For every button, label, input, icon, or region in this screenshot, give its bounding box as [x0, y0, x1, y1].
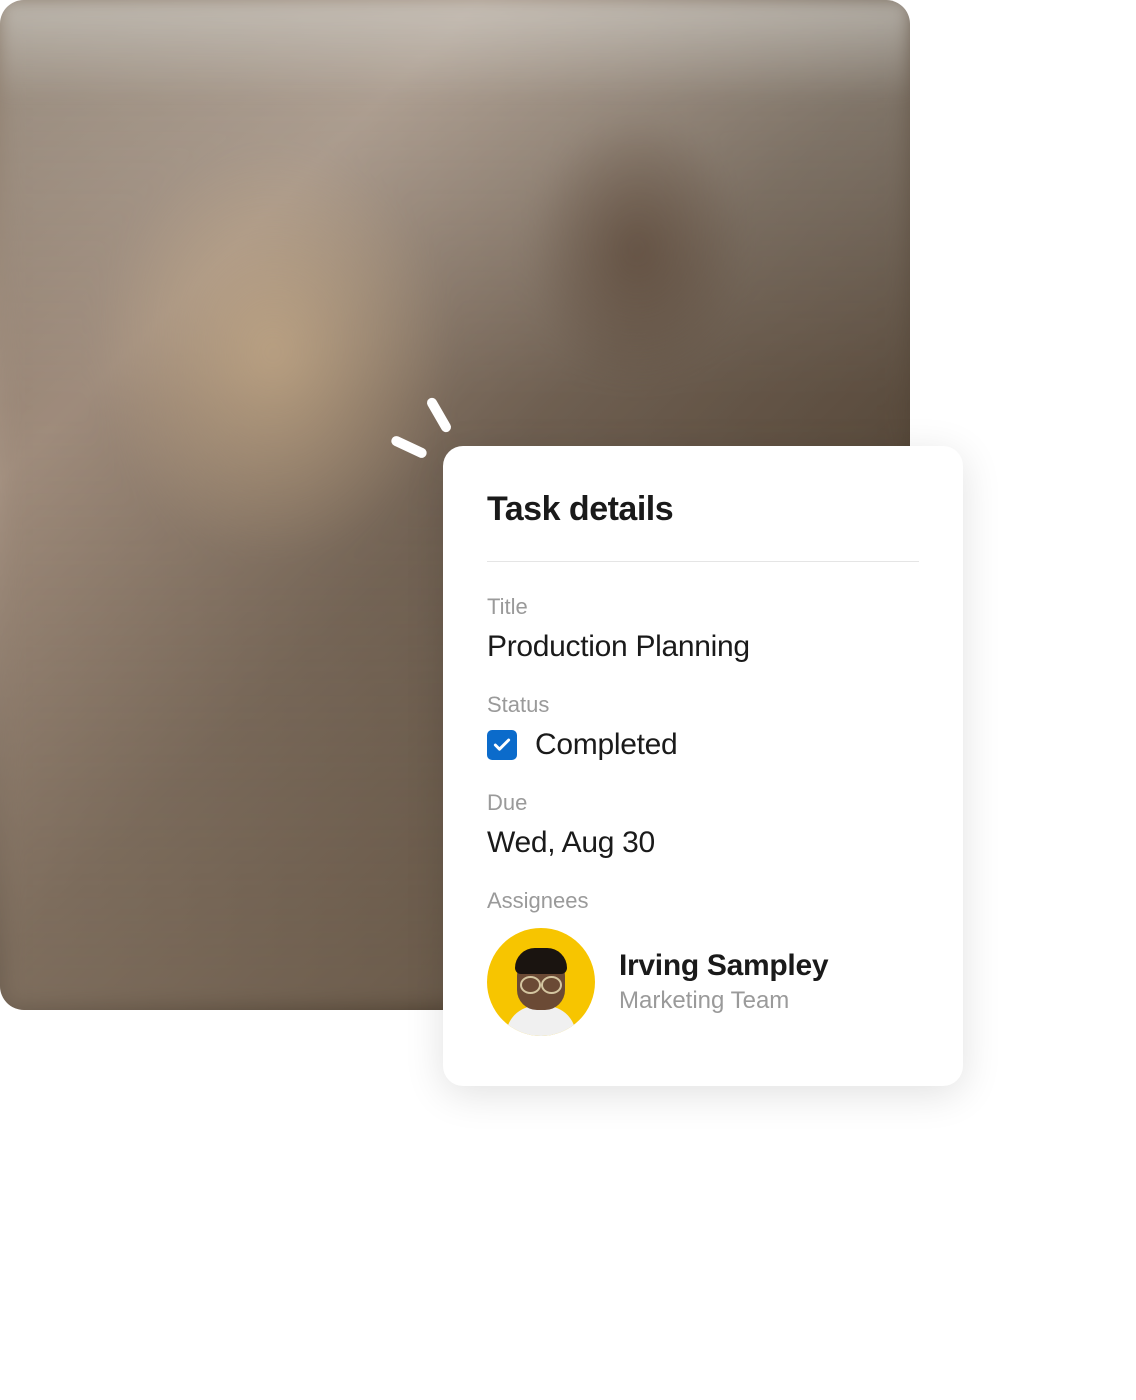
assignees-label: Assignees	[487, 888, 919, 914]
card-heading: Task details	[487, 490, 919, 562]
status-value: Completed	[535, 728, 677, 762]
title-label: Title	[487, 594, 919, 620]
title-value: Production Planning	[487, 630, 919, 664]
check-icon	[492, 735, 512, 755]
assignee-row[interactable]: Irving Sampley Marketing Team	[487, 928, 919, 1036]
assignee-avatar	[487, 928, 595, 1036]
title-field: Title Production Planning	[487, 594, 919, 664]
task-details-card: Task details Title Production Planning S…	[443, 446, 963, 1086]
status-field: Status Completed	[487, 692, 919, 762]
status-label: Status	[487, 692, 919, 718]
due-label: Due	[487, 790, 919, 816]
assignees-field: Assignees Irving Sampley Marketing Team	[487, 888, 919, 1036]
due-value: Wed, Aug 30	[487, 826, 919, 860]
status-checkbox[interactable]	[487, 730, 517, 760]
assignee-name: Irving Sampley	[619, 949, 828, 983]
due-field: Due Wed, Aug 30	[487, 790, 919, 860]
assignee-team: Marketing Team	[619, 987, 828, 1015]
